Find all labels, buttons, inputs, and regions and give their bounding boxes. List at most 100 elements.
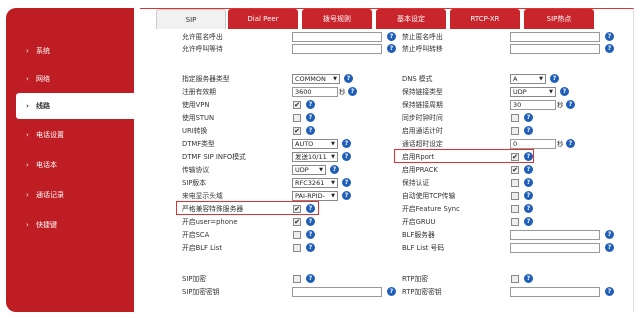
uri-convert-checkbox[interactable]: ✔ — [293, 127, 301, 135]
keepalive-type-select[interactable]: UDP ▼ — [510, 87, 556, 97]
chevron-down-icon: ▼ — [331, 154, 335, 160]
transport-select[interactable]: UDP ▼ — [292, 165, 326, 175]
rtp-encrypt-key-input[interactable] — [510, 287, 600, 297]
label-enable-gruu: 开启GRUU — [402, 218, 436, 226]
dtmf-type-select[interactable]: AUTO ▼ — [292, 139, 338, 149]
tab-dial-peer[interactable]: Dial Peer — [228, 9, 298, 29]
help-icon[interactable]: ? — [342, 139, 351, 148]
help-icon[interactable]: ? — [306, 217, 315, 226]
sip-encrypt-key-input[interactable] — [292, 287, 382, 297]
chevron-down-icon: ▼ — [549, 89, 553, 95]
help-icon[interactable]: ? — [342, 178, 351, 187]
chevron-down-icon: ▼ — [331, 141, 335, 147]
tab-basic-settings[interactable]: 基本设定 — [376, 9, 446, 29]
keepalive-interval-input[interactable]: 30 — [510, 100, 556, 110]
server-type-select[interactable]: COMMON ▼ — [292, 74, 340, 84]
rtp-encrypt-checkbox[interactable] — [511, 275, 519, 283]
sip-encrypt-checkbox[interactable] — [293, 275, 301, 283]
help-icon[interactable]: ? — [566, 139, 575, 148]
help-icon[interactable]: ? — [342, 152, 351, 161]
dtmf-sip-info-select[interactable]: 发送10/11 ▼ — [292, 152, 338, 162]
help-icon[interactable]: ? — [605, 243, 614, 252]
label-allow-anon-in: 允许匿名呼出 — [182, 33, 223, 41]
feature-sync-checkbox[interactable] — [511, 205, 519, 213]
help-icon[interactable]: ? — [306, 126, 315, 135]
label-auto-tcp: 自动使用TCP传输 — [402, 192, 456, 200]
tab-sip-hotspot[interactable]: SIP热点 — [524, 9, 594, 29]
enable-prack-checkbox[interactable]: ✔ — [511, 166, 519, 174]
allow-call-waiting-input[interactable] — [292, 44, 382, 54]
chevron-down-icon: ▼ — [333, 76, 337, 82]
help-icon[interactable]: ? — [524, 113, 533, 122]
help-icon[interactable]: ? — [306, 243, 315, 252]
label-dtmf-sip-info: DTMF SIP INFO模式 — [182, 153, 246, 161]
help-icon[interactable]: ? — [605, 44, 614, 53]
sync-clock-checkbox[interactable] — [511, 114, 519, 122]
help-icon[interactable]: ? — [605, 32, 614, 41]
help-icon[interactable]: ? — [566, 100, 575, 109]
help-icon[interactable]: ? — [330, 165, 339, 174]
help-icon[interactable]: ? — [605, 287, 614, 296]
label-use-vpn: 使用VPN — [182, 101, 210, 109]
reg-expire-input[interactable]: 3600 — [292, 87, 338, 97]
help-icon[interactable]: ? — [348, 87, 357, 96]
enable-gruu-checkbox[interactable] — [511, 218, 519, 226]
help-icon[interactable]: ? — [306, 100, 315, 109]
sidebar-item-system[interactable]: › 系统 — [6, 38, 134, 64]
main-panel: SIP Dial Peer 拨号规则 基本设定 RTCP-XR SIP热点 允许… — [140, 8, 634, 312]
sidebar-item-network[interactable]: › 网络 — [6, 66, 134, 92]
sidebar-item-phonebook[interactable]: › 电话本 — [6, 152, 134, 178]
help-icon[interactable]: ? — [524, 165, 533, 174]
sidebar-item-phone-settings[interactable]: › 电话设置 — [6, 122, 134, 148]
label-blf-list-num: BLF List 号码 — [402, 244, 445, 252]
sip-version-select[interactable]: RFC3261 ▼ — [292, 178, 338, 188]
auto-tcp-checkbox[interactable] — [511, 192, 519, 200]
help-icon[interactable]: ? — [344, 74, 353, 83]
block-forward-input[interactable] — [510, 44, 600, 54]
caller-id-header-select[interactable]: PAI-RPID- ▼ — [292, 191, 338, 201]
tab-rtcp-xr[interactable]: RTCP-XR — [450, 9, 520, 29]
label-keepalive-interval: 保持链接周期 — [402, 101, 443, 109]
session-timeout-input[interactable]: 0 — [510, 139, 556, 149]
help-icon[interactable]: ? — [524, 274, 533, 283]
help-icon[interactable]: ? — [524, 178, 533, 187]
tab-dial-rules[interactable]: 拨号规则 — [302, 9, 372, 29]
use-vpn-checkbox[interactable]: ✔ — [293, 101, 301, 109]
sidebar-item-shortcuts[interactable]: › 快捷键 — [6, 212, 134, 238]
help-icon[interactable]: ? — [524, 217, 533, 226]
use-stun-checkbox[interactable] — [293, 114, 301, 122]
help-icon[interactable]: ? — [387, 287, 396, 296]
help-icon[interactable]: ? — [560, 87, 569, 96]
help-icon[interactable]: ? — [342, 191, 351, 200]
help-icon[interactable]: ? — [605, 230, 614, 239]
help-icon[interactable]: ? — [524, 126, 533, 135]
chevron-down-icon: ▼ — [331, 180, 335, 186]
help-icon[interactable]: ? — [306, 113, 315, 122]
highlight-box — [394, 149, 534, 163]
enable-session-timer-checkbox[interactable] — [511, 127, 519, 135]
help-icon[interactable]: ? — [524, 191, 533, 200]
help-icon[interactable]: ? — [306, 274, 315, 283]
sidebar-item-call-log[interactable]: › 通话记录 — [6, 182, 134, 208]
chevron-down-icon: ▼ — [331, 193, 335, 199]
dns-mode-select[interactable]: A ▼ — [510, 74, 546, 84]
blf-list-num-input[interactable] — [510, 243, 600, 253]
help-icon[interactable]: ? — [550, 74, 559, 83]
help-icon[interactable]: ? — [306, 230, 315, 239]
sidebar-item-line[interactable]: › 线路 — [16, 93, 134, 119]
tab-sip[interactable]: SIP — [156, 9, 226, 29]
unit-seconds: 秒 — [339, 88, 346, 96]
blf-server-input[interactable] — [510, 230, 600, 240]
keep-auth-checkbox[interactable] — [511, 179, 519, 187]
enable-blf-list-checkbox[interactable] — [293, 244, 301, 252]
help-icon[interactable]: ? — [524, 204, 533, 213]
label-enable-prack: 启用PRACK — [402, 166, 438, 174]
allow-anon-in-input[interactable] — [292, 32, 382, 42]
help-icon[interactable]: ? — [387, 44, 396, 53]
enable-user-phone-checkbox[interactable]: ✔ — [293, 218, 301, 226]
block-anon-out-input[interactable] — [510, 32, 600, 42]
help-icon[interactable]: ? — [387, 32, 396, 41]
label-reg-expire: 注册有效期 — [182, 88, 216, 96]
enable-sca-checkbox[interactable] — [293, 231, 301, 239]
label-sip-encrypt: SIP加密 — [182, 275, 207, 283]
